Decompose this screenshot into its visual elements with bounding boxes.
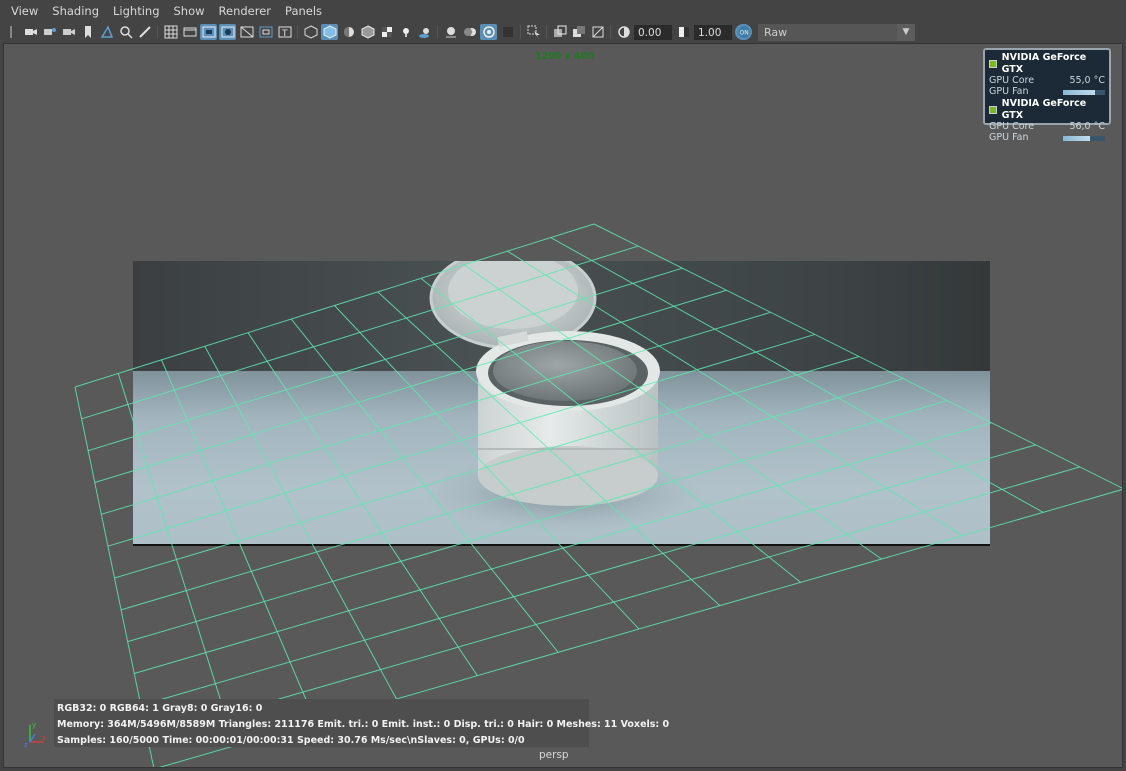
wireframe-on-shaded-icon[interactable] — [359, 24, 376, 40]
gpu-core-temp: 55,0 °C — [1069, 75, 1105, 86]
camera-name-label: persp — [539, 749, 569, 761]
isolate-select-icon[interactable] — [525, 24, 542, 40]
gamma-field[interactable]: 1.00 — [694, 24, 732, 40]
gpu-fan-label: GPU Fan — [989, 85, 1029, 97]
gpu-fan-label: GPU Fan — [989, 131, 1029, 143]
gpu-fan-row: GPU Fan — [989, 85, 1105, 98]
safe-title-icon[interactable]: T — [276, 24, 293, 40]
grid-line — [140, 444, 1036, 706]
depth-of-field-icon[interactable] — [499, 24, 516, 40]
gpu-fan-row: GPU Fan — [989, 131, 1105, 144]
nvidia-icon — [989, 60, 997, 68]
stats-color-formats: RGB32: 0 RGB64: 1 Gray8: 0 Gray16: 0 — [57, 703, 263, 714]
field-chart-icon[interactable] — [238, 24, 255, 40]
image-plane-icon[interactable] — [98, 24, 115, 40]
view-axis-icon: x y z — [24, 721, 46, 748]
wireframe-icon[interactable] — [302, 24, 319, 40]
grid-line — [420, 277, 801, 583]
default-material-icon[interactable] — [340, 24, 357, 40]
stats-memory: Memory: 364M/5496M/8589M Triangles: 2111… — [57, 719, 670, 730]
grid-line — [147, 466, 1080, 738]
toolbar-separator — [157, 25, 158, 39]
toolbar-separator — [437, 25, 438, 39]
svg-text:z: z — [24, 741, 28, 748]
xray-icon[interactable] — [551, 24, 568, 40]
gpu-fan-bar — [1063, 135, 1105, 141]
camera-bookmark-icon[interactable] — [60, 24, 77, 40]
svg-text:x: x — [42, 734, 46, 742]
grid-line — [593, 223, 1122, 489]
gpu-monitor-widget: NVIDIA GeForce GTX GPU Core 55,0 °C GPU … — [983, 48, 1111, 142]
grid-line — [120, 378, 904, 611]
gamma-icon[interactable] — [675, 24, 692, 40]
exposure-icon[interactable] — [615, 24, 632, 40]
gpu-name-row: NVIDIA GeForce GTX — [989, 98, 1105, 122]
gpu-core-row: GPU Core 55,0 °C — [989, 75, 1105, 87]
svg-text:T: T — [281, 29, 288, 39]
anti-aliasing-icon[interactable] — [480, 24, 497, 40]
chevron-down-icon: ▼ — [897, 23, 915, 41]
grid-line — [134, 422, 992, 674]
grease-pencil-icon[interactable] — [136, 24, 153, 40]
menu-bar: View Shading Lighting Show Renderer Pane… — [0, 0, 1126, 22]
shadows-icon[interactable] — [416, 24, 433, 40]
screen-space-ao-icon[interactable] — [442, 24, 459, 40]
toolbar-separator — [546, 25, 547, 39]
grid-line — [507, 250, 963, 537]
gpu-fan-fill — [1063, 135, 1091, 141]
color-management-icon[interactable]: ON — [735, 24, 752, 40]
grid-line — [377, 291, 721, 607]
grid-line — [127, 400, 948, 643]
toolbar-separator — [610, 25, 611, 39]
gpu-name: NVIDIA GeForce GTX — [1001, 98, 1087, 121]
resolution-gate-icon[interactable] — [200, 24, 217, 40]
resolution-label: 1200 x 400 — [535, 51, 595, 62]
stats-samples: Samples: 160/5000 Time: 00:00:01/00:00:3… — [57, 735, 525, 746]
color-space-dropdown[interactable]: Raw ▼ — [758, 23, 915, 41]
toolbar-separator — [520, 25, 521, 39]
gpu-name: NVIDIA GeForce GTX — [1001, 52, 1087, 75]
grid-line — [550, 237, 1044, 513]
gpu-core-label: GPU Core — [989, 121, 1035, 132]
exposure-field[interactable]: 0.00 — [634, 24, 672, 40]
xray-components-icon[interactable] — [589, 24, 606, 40]
gpu-fan-bar — [1063, 89, 1105, 95]
film-gate-icon[interactable] — [181, 24, 198, 40]
gate-mask-icon[interactable] — [219, 24, 236, 40]
toolbar-separator — [297, 25, 298, 39]
gpu-fan-fill — [1063, 89, 1095, 95]
gpu-core-row: GPU Core 56,0 °C — [989, 121, 1105, 133]
toolbar-handle-icon — [3, 24, 20, 40]
svg-text:y: y — [32, 721, 36, 729]
use-lights-icon[interactable] — [397, 24, 414, 40]
ground-grid — [74, 223, 1122, 767]
motion-blur-icon[interactable] — [461, 24, 478, 40]
gpu-core-temp: 56,0 °C — [1069, 121, 1105, 132]
color-space-value: Raw — [764, 25, 788, 39]
grid-line — [463, 264, 882, 560]
gpu-core-label: GPU Core — [989, 75, 1035, 86]
menu-panels[interactable]: Panels — [278, 0, 329, 22]
xray-joints-icon[interactable] — [570, 24, 587, 40]
menu-renderer[interactable]: Renderer — [212, 0, 279, 22]
render-stats-overlay: RGB32: 0 RGB64: 1 Gray8: 0 Gray16: 0 Mem… — [54, 699, 670, 747]
smooth-shade-icon[interactable] — [321, 24, 338, 40]
nvidia-icon — [989, 106, 997, 114]
menu-lighting[interactable]: Lighting — [106, 0, 166, 22]
select-camera-icon[interactable] — [22, 24, 39, 40]
safe-action-icon[interactable] — [257, 24, 274, 40]
viewport-3d[interactable]: 1200 x 400 NVIDIA GeForce GTX GPU Core 5… — [3, 43, 1123, 768]
textured-icon[interactable] — [378, 24, 395, 40]
bookmark-icon[interactable] — [79, 24, 96, 40]
menu-show[interactable]: Show — [167, 0, 212, 22]
panel-toolbar: T 0.00 1.00 ON Raw ▼ — [0, 22, 1126, 42]
camera-attr-icon[interactable] — [41, 24, 58, 40]
grid-line — [334, 305, 640, 630]
svg-text:ON: ON — [739, 30, 748, 37]
gpu-name-row: NVIDIA GeForce GTX — [989, 52, 1105, 76]
menu-view[interactable]: View — [4, 0, 45, 22]
menu-shading[interactable]: Shading — [45, 0, 106, 22]
grid-icon[interactable] — [162, 24, 179, 40]
2d-pan-icon[interactable] — [117, 24, 134, 40]
